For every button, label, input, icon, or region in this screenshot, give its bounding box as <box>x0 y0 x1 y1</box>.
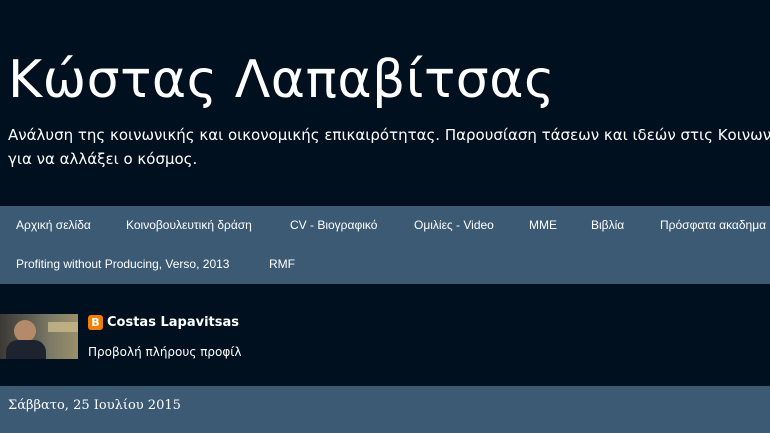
page-tabs-nav: Αρχική σελίδα Κοινοβουλευτική δράση CV -… <box>0 206 770 284</box>
profile-widget: B Costas Lapavitsas Προβολή πλήρους προφ… <box>0 314 770 374</box>
avatar-body <box>6 340 46 359</box>
nav-item-recent-academic[interactable]: Πρόσφατα ακαδημα <box>660 206 766 245</box>
profile-name-link[interactable]: Costas Lapavitsas <box>107 314 239 332</box>
blog-title[interactable]: Κώστας Λαπαβίτσας <box>8 40 555 120</box>
date-header: Σάββατο, 25 Ιουλίου 2015 <box>8 398 181 413</box>
description-line: για να αλλάξει ο κόσμος. <box>8 150 198 168</box>
nav-item-speeches-video[interactable]: Ομιλίες - Video <box>414 206 494 245</box>
view-full-profile-link[interactable]: Προβολή πλήρους προφίλ <box>88 343 241 361</box>
nav-item-cv[interactable]: CV - Βιογραφικό <box>290 206 377 245</box>
nav-item-rmf[interactable]: RMF <box>269 245 295 284</box>
nav-item-profiting-book[interactable]: Profiting without Producing, Verso, 2013 <box>16 245 229 284</box>
nav-item-books[interactable]: Βιβλία <box>591 206 624 245</box>
date-header-bar: Σάββατο, 25 Ιουλίου 2015 <box>0 386 770 433</box>
nav-item-parliamentary[interactable]: Κοινοβουλευτική δράση <box>126 206 252 245</box>
blog-header: Κώστας Λαπαβίτσας Ανάλυση της κοινωνικής… <box>0 0 770 206</box>
avatar-background-sign <box>48 322 78 332</box>
blog-description: Ανάλυση της κοινωνικής και οικονομικής ε… <box>8 123 770 171</box>
avatar[interactable] <box>0 314 78 359</box>
avatar-face <box>14 320 36 342</box>
nav-item-home[interactable]: Αρχική σελίδα <box>16 206 91 245</box>
nav-item-media[interactable]: MME <box>529 206 557 245</box>
blogger-icon: B <box>88 315 103 330</box>
description-line: Ανάλυση της κοινωνικής και οικονομικής ε… <box>8 126 770 144</box>
